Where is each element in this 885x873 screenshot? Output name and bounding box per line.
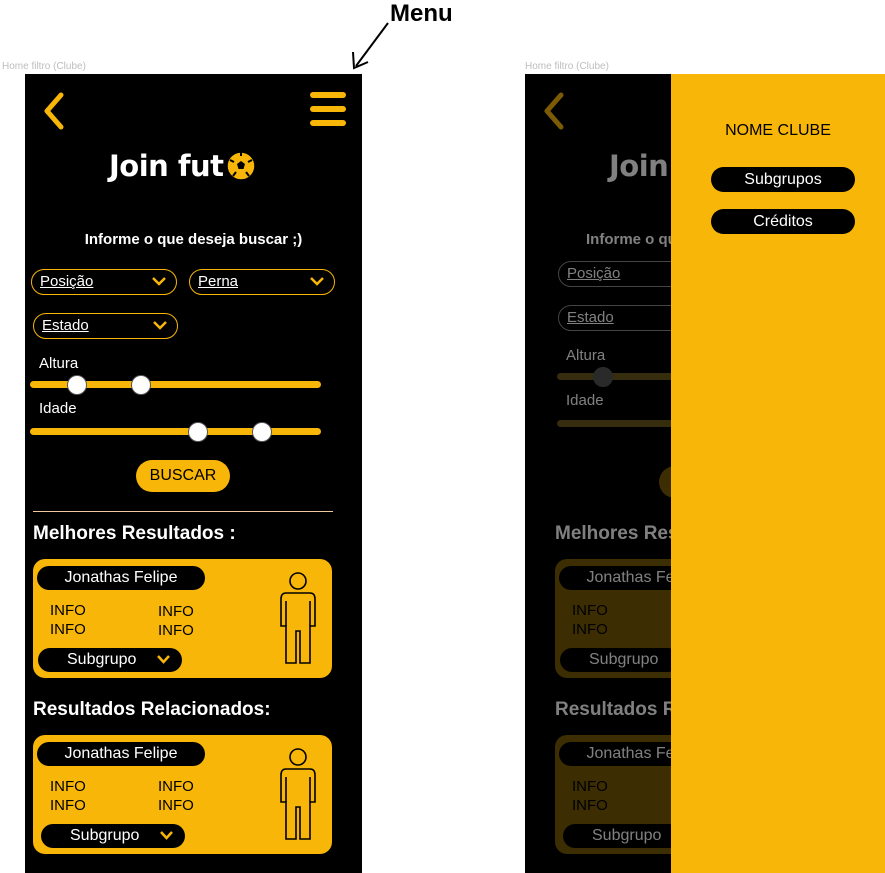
estado-select[interactable]: Estado [33,313,178,339]
estado-value: Estado [42,317,89,334]
back-chevron-icon[interactable] [43,92,65,130]
subgroup-dropdown[interactable]: Subgrupo [41,824,185,848]
chevron-down-icon [310,277,324,286]
divider [33,511,333,512]
subgroup-dropdown[interactable]: Subgrupo [563,824,683,848]
info-text: INFO [572,797,608,814]
altura-min-handle[interactable] [593,367,613,387]
player-name[interactable]: Jonathas Felipe [37,742,205,766]
chevron-down-icon [160,831,173,840]
menu-item-subgrupos[interactable]: Subgrupos [711,167,855,192]
subgroup-dropdown[interactable]: Subgrupo [560,648,680,672]
club-name: NOME CLUBE [725,122,831,139]
chevron-down-icon [152,277,166,286]
altura-min-handle[interactable] [67,375,87,395]
subgroup-label: Subgrupo [70,827,140,844]
idade-max-handle[interactable] [252,422,272,442]
frame-label: Home filtro (Clube) [525,61,609,72]
perna-value: Perna [198,273,239,290]
info-text: INFO [50,621,86,638]
player-name[interactable]: Jonathas Felipe [37,566,205,590]
person-outline-icon [280,572,316,664]
person-outline-icon [280,748,316,840]
menu-annotation: Menu [390,0,453,27]
logo-text: Join fut [109,149,224,183]
info-text: INFO [50,797,86,814]
best-results-heading: Melhores Resultados : [33,523,236,544]
subgroup-label: Subgrupo [589,651,659,668]
idade-min-handle[interactable] [188,422,208,442]
subgroup-dropdown[interactable]: Subgrupo [38,648,182,672]
info-text: INFO [572,621,608,638]
info-text: INFO [158,603,194,620]
chevron-down-icon [153,321,167,330]
related-results-heading: Resultados Relacionados: [33,699,271,720]
soccer-ball-icon [225,151,256,181]
home-menu-open-screen: Join fut Informe o que deseja buscar ;) … [525,74,885,873]
subgroup-label: Subgrupo [592,827,662,844]
result-card[interactable]: Jonathas Felipe INFO INFO INFO INFO Subg… [33,735,332,854]
back-chevron-icon[interactable] [543,92,565,130]
frame-label: Home filtro (Clube) [2,61,86,72]
app-logo: Join fut [109,146,256,186]
menu-hamburger-icon[interactable] [310,92,346,126]
info-text: INFO [158,778,194,795]
posicao-value: Posição [40,273,94,290]
idade-label: Idade [566,392,604,409]
estado-value: Estado [567,309,614,326]
posicao-select[interactable]: Posição [31,269,177,295]
altura-label: Altura [566,347,606,364]
search-prompt: Informe o que deseja buscar ;) [84,231,303,248]
altura-label: Altura [39,355,79,372]
annotation-arrow-icon [352,22,389,70]
chevron-down-icon [157,655,170,664]
buscar-button[interactable]: BUSCAR [136,460,230,492]
info-text: INFO [158,797,194,814]
side-menu-drawer: NOME CLUBE Subgrupos Créditos [671,74,885,873]
home-filter-screen: Join fut Informe o que deseja buscar ;) … [25,74,362,873]
result-card[interactable]: Jonathas Felipe INFO INFO INFO INFO Subg… [33,559,332,678]
altura-max-handle[interactable] [131,375,151,395]
idade-label: Idade [39,400,77,417]
idade-slider[interactable] [30,428,321,435]
menu-item-creditos[interactable]: Créditos [711,209,855,234]
subgroup-label: Subgrupo [67,651,137,668]
info-text: INFO [50,778,86,795]
info-text: INFO [572,778,608,795]
posicao-value: Posição [567,265,621,282]
info-text: INFO [50,602,86,619]
info-text: INFO [572,602,608,619]
info-text: INFO [158,622,194,639]
perna-select[interactable]: Perna [189,269,335,295]
